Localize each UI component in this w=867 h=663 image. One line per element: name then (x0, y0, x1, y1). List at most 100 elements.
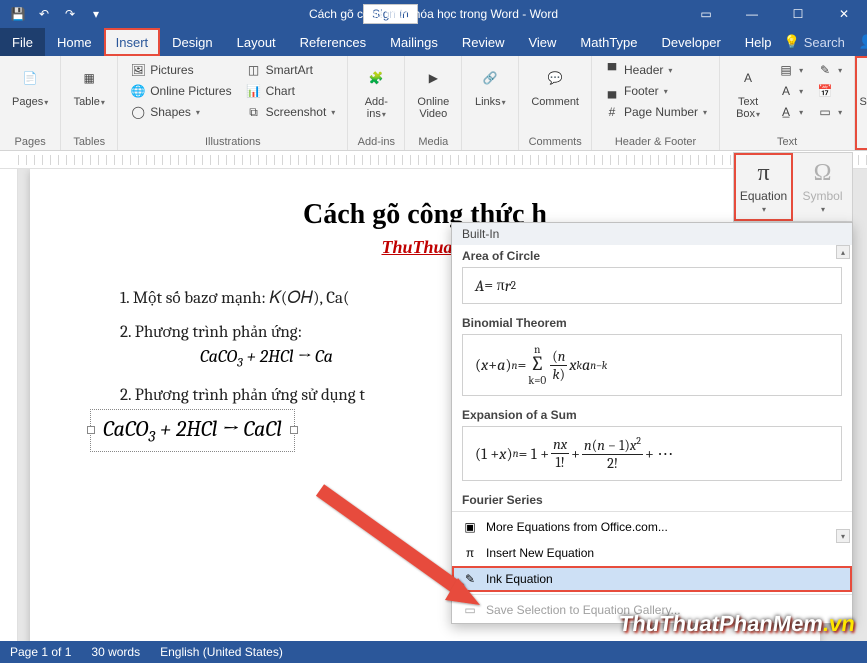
title-bar: 💾 ↶ ↷ ▾ Cách gõ công thức hóa học trong … (0, 0, 867, 28)
scroll-down-icon[interactable]: ▾ (836, 529, 850, 543)
smartart-button[interactable]: ◫SmartArt (242, 60, 340, 80)
symbol-button[interactable]: Ω Symbol ▾ (793, 153, 852, 221)
chart-button[interactable]: 📊Chart (242, 81, 340, 101)
group-header-footer: ▀Header▾ ▄Footer▾ #Page Number▾ Header &… (592, 56, 720, 150)
screenshot-icon: ⧉ (246, 104, 262, 120)
object-button[interactable]: ▭▾ (813, 102, 846, 122)
video-icon: ▶ (417, 62, 449, 94)
drop-cap-button[interactable]: A̲▾ (774, 102, 807, 122)
redo-icon[interactable]: ↷ (58, 2, 82, 26)
chevron-down-icon: ▾ (821, 205, 825, 214)
gallery-item-expansion-of-sum[interactable]: (1 + x)n = 1 + nx1! + n(n − 1)x22! + ⋯ (462, 426, 842, 481)
pages-button[interactable]: 📄Pages▾ (8, 60, 52, 110)
online-pictures-button[interactable]: 🌐Online Pictures (126, 81, 235, 101)
more-equations-menu-item[interactable]: ▣More Equations from Office.com... (452, 514, 852, 540)
ribbon-options-icon[interactable]: ▭ (683, 0, 729, 28)
symbols-subpanel: π Equation ▾ Ω Symbol ▾ (733, 152, 853, 222)
date-icon: 📅 (817, 83, 833, 99)
gallery-item-label: Expansion of a Sum (452, 404, 852, 424)
dropcap-icon: A̲ (778, 104, 794, 120)
group-tables: ▦Table▾ Tables (61, 56, 118, 150)
smartart-icon: ◫ (246, 62, 262, 78)
status-language[interactable]: English (United States) (160, 645, 283, 659)
pictures-button[interactable]: 🖼Pictures (126, 60, 235, 80)
group-illustrations: 🖼Pictures 🌐Online Pictures ◯Shapes▾ ◫Sma… (118, 56, 348, 150)
equation-button[interactable]: π Equation ▾ (734, 153, 793, 221)
tab-insert[interactable]: Insert (104, 28, 161, 56)
equation-gallery-dropdown: Built-In Area of Circle A = πr2 Binomial… (451, 222, 853, 624)
ink-equation-menu-item[interactable]: ✎Ink Equation (452, 566, 852, 592)
menu-separator (452, 594, 852, 595)
quick-access-toolbar: 💾 ↶ ↷ ▾ (0, 2, 108, 26)
undo-icon[interactable]: ↶ (32, 2, 56, 26)
tab-layout[interactable]: Layout (225, 28, 288, 56)
gallery-item-label: Binomial Theorem (452, 312, 852, 332)
table-button[interactable]: ▦Table▾ (69, 60, 109, 110)
save-icon: ▭ (462, 602, 478, 618)
gallery-scrollbar[interactable]: ▴ ▾ (836, 245, 850, 545)
tab-mailings[interactable]: Mailings (378, 28, 450, 56)
page-number-button[interactable]: #Page Number▾ (600, 102, 711, 122)
ruler-vertical[interactable] (0, 169, 18, 641)
quick-parts-button[interactable]: ▤▾ (774, 60, 807, 80)
scroll-up-icon[interactable]: ▴ (836, 245, 850, 259)
group-comments: 💬Comment Comments (519, 56, 592, 150)
close-button[interactable]: ✕ (821, 0, 867, 28)
object-icon: ▭ (817, 104, 833, 120)
gallery-item-binomial-theorem[interactable]: (x + a)n = n∑k=0 (nk) xkan−k (462, 334, 842, 396)
tab-home[interactable]: Home (45, 28, 104, 56)
addins-button[interactable]: 🧩Add-ins▾ (356, 60, 396, 122)
tab-view[interactable]: View (516, 28, 568, 56)
shapes-button[interactable]: ◯Shapes▾ (126, 102, 235, 122)
group-pages: 📄Pages▾ Pages (0, 56, 61, 150)
wordart-button[interactable]: A▾ (774, 81, 807, 101)
tab-references[interactable]: References (288, 28, 378, 56)
pi-icon: π (757, 160, 769, 187)
save-icon[interactable]: 💾 (6, 2, 30, 26)
text-box-button[interactable]: AText Box▾ (728, 60, 768, 122)
office-icon: ▣ (462, 519, 478, 535)
parts-icon: ▤ (778, 62, 794, 78)
symbols-button[interactable]: ΩSymbols▾ (863, 60, 867, 110)
equation-editor-box[interactable]: CaCO3 + 2HCl → CaCl (90, 409, 295, 452)
minimize-button[interactable]: — (729, 0, 775, 28)
group-addins: 🧩Add-ins▾ Add-ins (348, 56, 405, 150)
gallery-item-area-of-circle[interactable]: A = πr2 (462, 267, 842, 304)
sig-icon: ✎ (817, 62, 833, 78)
addins-icon: 🧩 (360, 62, 392, 94)
chart-icon: 📊 (246, 83, 262, 99)
tab-review[interactable]: Review (450, 28, 517, 56)
status-bar: Page 1 of 1 30 words English (United Sta… (0, 641, 867, 663)
textbox-icon: A (732, 62, 764, 94)
group-label: Media (413, 134, 453, 150)
share-button[interactable]: 👤Share (859, 34, 867, 50)
date-time-button[interactable]: 📅 (813, 81, 846, 101)
status-words[interactable]: 30 words (91, 645, 140, 659)
tab-mathtype[interactable]: MathType (568, 28, 649, 56)
signature-button[interactable]: ✎▾ (813, 60, 846, 80)
window-controls: ▭ — ☐ ✕ (683, 0, 867, 28)
screenshot-button[interactable]: ⧉Screenshot▾ (242, 102, 340, 122)
tab-help[interactable]: Help (733, 28, 784, 56)
status-page[interactable]: Page 1 of 1 (10, 645, 71, 659)
maximize-button[interactable]: ☐ (775, 0, 821, 28)
links-button[interactable]: 🔗Links▾ (470, 60, 510, 110)
tab-developer[interactable]: Developer (650, 28, 733, 56)
table-icon: ▦ (73, 62, 105, 94)
group-symbols: ΩSymbols▾ (855, 56, 867, 150)
gallery-section-header: Built-In (452, 223, 852, 245)
header-button[interactable]: ▀Header▾ (600, 60, 711, 80)
header-icon: ▀ (604, 62, 620, 78)
menu-separator (452, 511, 852, 512)
gallery-item-label: Fourier Series (452, 489, 852, 509)
chevron-down-icon: ▾ (762, 205, 766, 214)
tab-file[interactable]: File (0, 28, 45, 56)
online-video-button[interactable]: ▶Online Video (413, 60, 453, 122)
qat-customize-icon[interactable]: ▾ (84, 2, 108, 26)
group-links: 🔗Links▾ (462, 56, 519, 150)
insert-new-equation-menu-item[interactable]: πInsert New Equation (452, 540, 852, 566)
footer-button[interactable]: ▄Footer▾ (600, 81, 711, 101)
tab-design[interactable]: Design (160, 28, 224, 56)
search-help[interactable]: 💡Search (784, 34, 845, 50)
comment-button[interactable]: 💬Comment (527, 60, 583, 110)
